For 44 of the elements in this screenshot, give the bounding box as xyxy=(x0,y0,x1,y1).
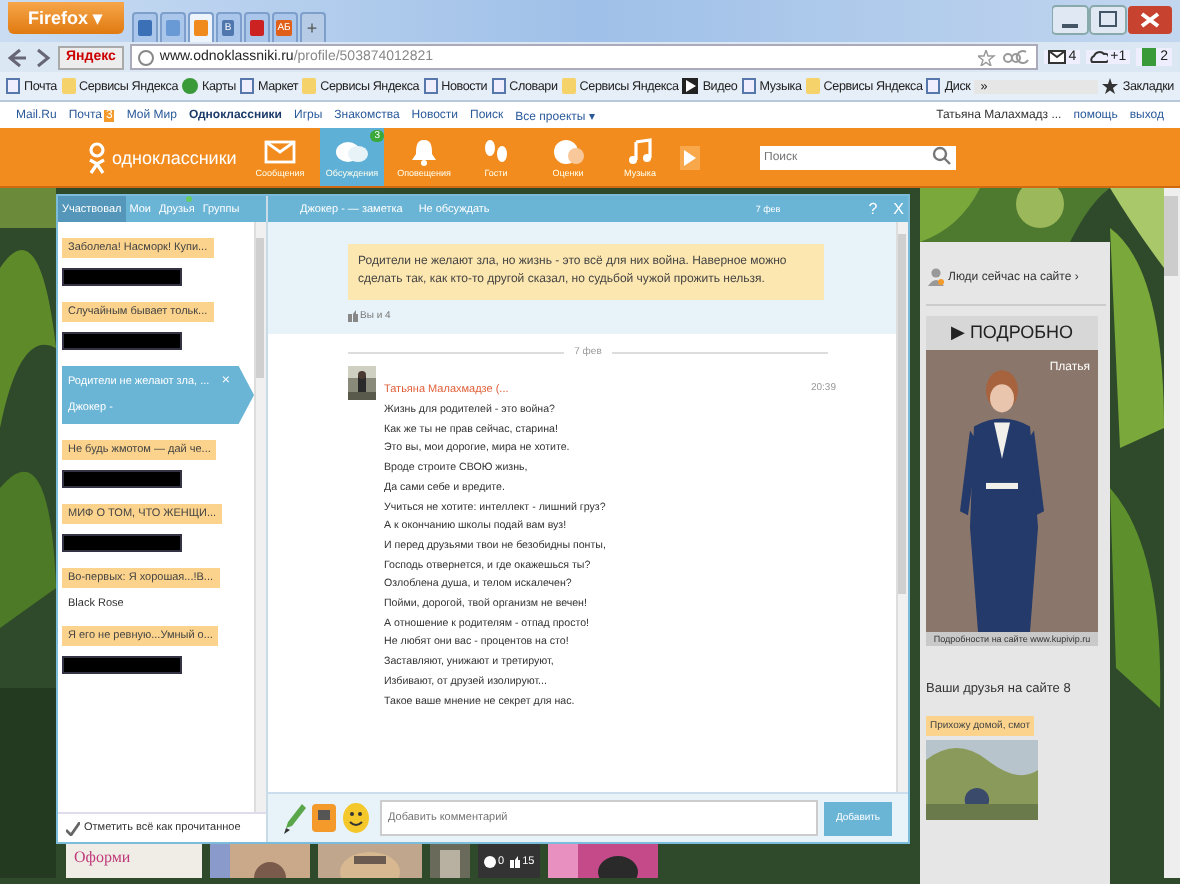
browser-tab[interactable] xyxy=(187,12,214,42)
folder-icon xyxy=(302,78,317,94)
person-icon xyxy=(928,268,944,286)
photo-icon[interactable] xyxy=(312,802,336,834)
browser-tab[interactable] xyxy=(131,12,158,42)
pencil-icon[interactable] xyxy=(284,802,306,834)
folder-icon xyxy=(805,78,820,94)
promo-heading[interactable]: Оформи xyxy=(66,844,202,878)
speech-bubble-icon xyxy=(484,855,496,867)
play-icon xyxy=(684,149,696,165)
search-icon[interactable] xyxy=(930,145,956,169)
play-icon xyxy=(682,78,699,94)
scrollbar[interactable] xyxy=(896,222,908,792)
folder-icon xyxy=(61,78,75,94)
envelope-icon xyxy=(262,137,298,165)
bookmark-star-icon[interactable] xyxy=(978,49,1031,65)
browser-tab[interactable] xyxy=(243,12,270,42)
browser-tab[interactable] xyxy=(159,12,186,42)
page-icon xyxy=(741,78,756,94)
page-icon xyxy=(239,78,254,94)
envelope-icon xyxy=(1048,50,1067,64)
page-icon xyxy=(926,78,941,94)
coin-icon xyxy=(550,137,586,165)
circle-icon xyxy=(182,78,199,94)
scrollbar[interactable] xyxy=(1164,188,1180,878)
scrollbar[interactable] xyxy=(254,222,266,812)
thumbs-up-icon xyxy=(348,310,358,322)
page-icon xyxy=(6,78,20,94)
checkmark-icon xyxy=(66,821,80,835)
bell-icon xyxy=(406,137,442,165)
page-icon xyxy=(491,78,506,94)
folder-icon xyxy=(561,78,576,94)
back-forward-icon[interactable] xyxy=(8,47,52,67)
window-controls-icon[interactable] xyxy=(1052,4,1172,36)
more-button[interactable] xyxy=(680,145,700,169)
details-button[interactable]: ▶ ПОДРОБНО xyxy=(926,316,1098,350)
page-icon xyxy=(423,78,438,94)
new-tab-button[interactable]: + xyxy=(299,12,326,42)
cloud-icon xyxy=(1090,50,1109,64)
thumbs-up-icon xyxy=(510,855,521,867)
smiley-icon[interactable] xyxy=(342,802,370,834)
ok-logo-icon xyxy=(88,141,106,173)
star-icon xyxy=(1102,78,1119,94)
chat-bubbles-icon xyxy=(334,137,370,165)
